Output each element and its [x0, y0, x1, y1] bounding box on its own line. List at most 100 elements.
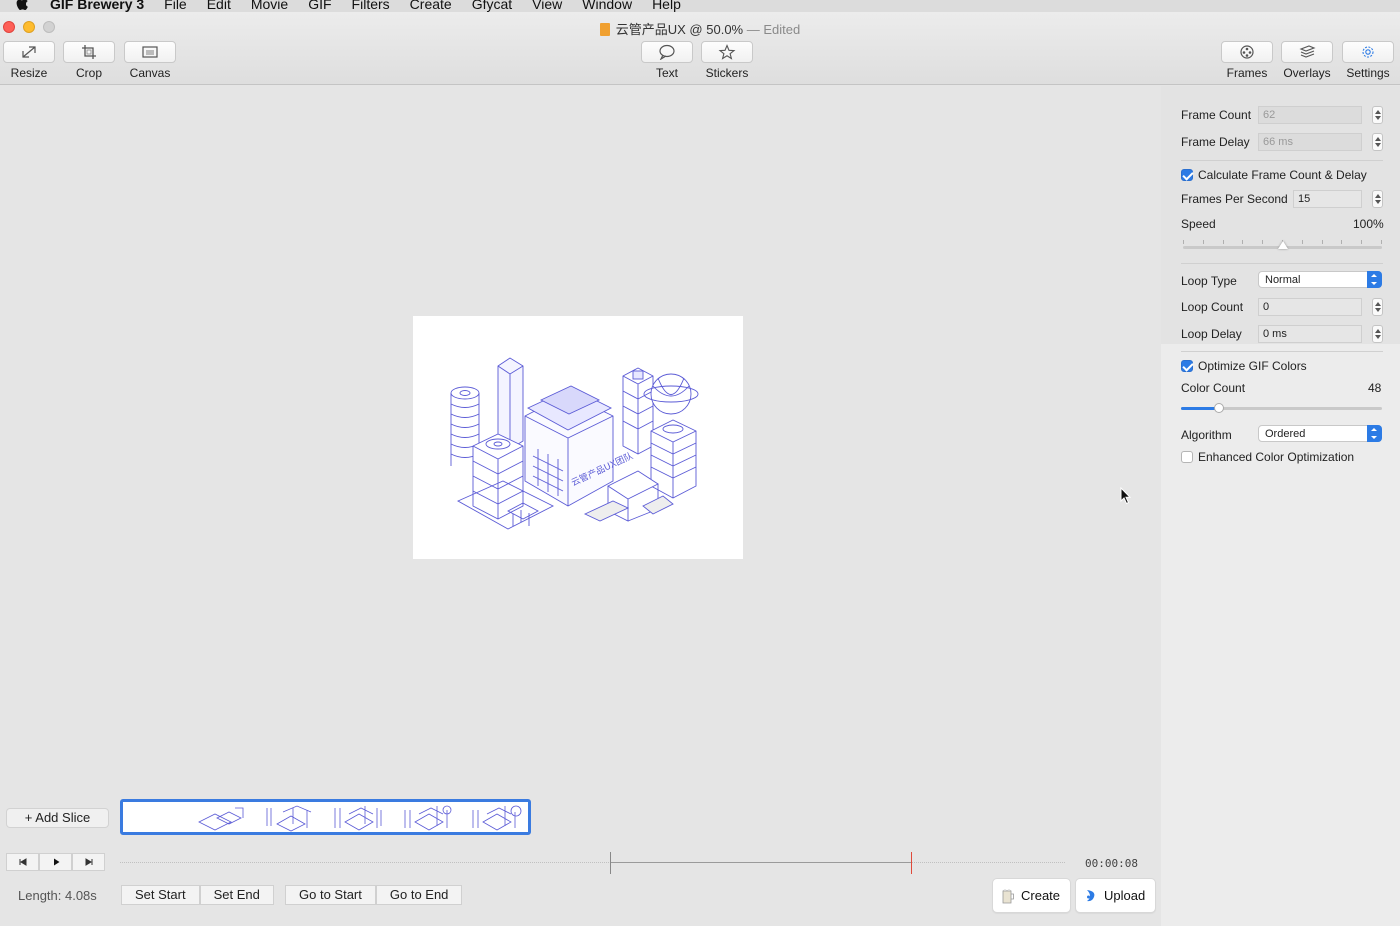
fps-field[interactable]: 15: [1293, 190, 1362, 208]
crop-tool[interactable]: Crop: [62, 41, 116, 80]
menu-help[interactable]: Help: [652, 0, 681, 12]
menu-filters[interactable]: Filters: [352, 0, 390, 12]
slider-tick: [1381, 240, 1382, 244]
optimize-gif-colors-checkbox[interactable]: [1181, 360, 1193, 372]
overlays-button[interactable]: [1281, 41, 1333, 63]
color-count-slider-knob[interactable]: [1214, 403, 1225, 413]
upload-label: Upload: [1104, 888, 1146, 903]
skip-forward-icon: [85, 858, 92, 866]
timeline-selection[interactable]: [610, 862, 912, 863]
select-arrows-icon: [1367, 271, 1382, 288]
frames-button[interactable]: [1221, 41, 1273, 63]
loop-count-field[interactable]: 0: [1258, 298, 1362, 316]
slider-tick: [1242, 240, 1243, 244]
frame-delay-field[interactable]: 66 ms: [1258, 133, 1362, 151]
stickers-label: Stickers: [705, 66, 749, 80]
create-button[interactable]: Create: [992, 878, 1072, 913]
overlays-label: Overlays: [1283, 66, 1331, 80]
frame-delay-stepper[interactable]: [1372, 133, 1383, 151]
frames-tool[interactable]: Frames: [1220, 41, 1274, 80]
film-reel-icon: [1240, 45, 1254, 59]
slider-tick: [1183, 240, 1184, 244]
menu-create[interactable]: Create: [410, 0, 452, 12]
menu-file[interactable]: File: [164, 0, 187, 12]
frame-thumbnail: [404, 805, 452, 831]
mouse-cursor-icon: [1120, 487, 1132, 505]
settings-tool[interactable]: Settings: [1341, 41, 1395, 80]
slider-tick: [1262, 240, 1263, 244]
end-marker[interactable]: [911, 852, 912, 874]
go-to-start-button[interactable]: Go to Start: [285, 885, 376, 905]
fps-stepper[interactable]: [1372, 190, 1383, 208]
menu-view[interactable]: View: [532, 0, 562, 12]
loop-delay-field[interactable]: 0 ms: [1258, 325, 1362, 343]
timecode: 00:00:08: [1085, 857, 1138, 870]
menu-window[interactable]: Window: [582, 0, 632, 12]
text-button[interactable]: [641, 41, 693, 63]
frame-thumbnail: [266, 805, 312, 832]
menu-app-name[interactable]: GIF Brewery 3: [50, 0, 144, 12]
gear-icon: [1362, 46, 1374, 58]
menu-movie[interactable]: Movie: [251, 0, 288, 12]
slice-filmstrip[interactable]: [120, 799, 531, 835]
calculate-frame-count-label: Calculate Frame Count & Delay: [1198, 168, 1367, 182]
frames-label: Frames: [1226, 66, 1268, 80]
set-end-button[interactable]: Set End: [199, 885, 274, 905]
text-tool[interactable]: Text: [640, 41, 694, 80]
speech-bubble-icon: [659, 44, 675, 60]
resize-label: Resize: [10, 66, 48, 80]
frame-thumbnail: [334, 806, 382, 831]
skip-back-icon: [19, 858, 26, 866]
algorithm-select[interactable]: Ordered: [1258, 425, 1382, 442]
skip-forward-button[interactable]: [72, 853, 105, 871]
gfycat-icon: [1087, 889, 1095, 901]
calculate-frame-count-checkbox[interactable]: [1181, 169, 1193, 181]
loop-count-stepper[interactable]: [1372, 298, 1383, 316]
algorithm-label: Algorithm: [1181, 428, 1232, 442]
enhanced-color-optimization-checkbox[interactable]: [1181, 451, 1193, 463]
resize-tool[interactable]: Resize: [2, 41, 56, 80]
timeline-scrubber[interactable]: [120, 862, 1065, 863]
resize-button[interactable]: [3, 41, 55, 63]
stickers-tool[interactable]: Stickers: [700, 41, 754, 80]
speed-value: 100%: [1353, 217, 1384, 231]
slider-tick: [1322, 240, 1323, 244]
loop-delay-stepper[interactable]: [1372, 325, 1383, 343]
start-marker[interactable]: [610, 852, 611, 874]
loop-type-select[interactable]: Normal: [1258, 271, 1382, 288]
menu-gif[interactable]: GIF: [308, 0, 331, 12]
go-to-end-button[interactable]: Go to End: [375, 885, 463, 905]
upload-button[interactable]: Upload: [1075, 878, 1157, 913]
color-count-label: Color Count: [1181, 381, 1246, 395]
frame-count-stepper[interactable]: [1372, 106, 1383, 124]
apple-logo-icon[interactable]: [16, 0, 30, 12]
algorithm-value: Ordered: [1265, 428, 1306, 440]
set-start-button[interactable]: Set Start: [121, 885, 200, 905]
isometric-city-illustration: 云管产品UX团队: [450, 357, 699, 530]
add-slice-button[interactable]: + Add Slice: [6, 808, 109, 828]
slider-tick: [1223, 240, 1224, 244]
window-title: 云管产品UX @ 50.0% — Edited: [0, 19, 1400, 38]
frame-thumbnail: [472, 805, 522, 831]
divider: [1181, 160, 1383, 161]
canvas-icon: [142, 46, 158, 58]
menu-edit[interactable]: Edit: [207, 0, 231, 12]
canvas-tool[interactable]: Canvas: [123, 41, 177, 80]
skip-back-button[interactable]: [6, 853, 39, 871]
settings-button[interactable]: [1342, 41, 1394, 63]
length-label: Length: 4.08s: [18, 888, 97, 903]
settings-label: Settings: [1346, 66, 1390, 80]
speed-label: Speed: [1181, 217, 1216, 231]
overlays-tool[interactable]: Overlays: [1280, 41, 1334, 80]
stickers-button[interactable]: [701, 41, 753, 63]
crop-button[interactable]: [63, 41, 115, 63]
menu-gfycat[interactable]: Gfycat: [472, 0, 512, 12]
canvas-button[interactable]: [124, 41, 176, 63]
slider-tick: [1341, 240, 1342, 244]
speed-slider-knob[interactable]: [1277, 241, 1288, 249]
document-icon: [599, 23, 610, 36]
start-end-buttons: Set Start Set End: [121, 885, 274, 905]
play-button[interactable]: [39, 853, 72, 871]
gif-preview[interactable]: 云管产品UX团队: [413, 316, 743, 559]
frame-count-field[interactable]: 62: [1258, 106, 1362, 124]
